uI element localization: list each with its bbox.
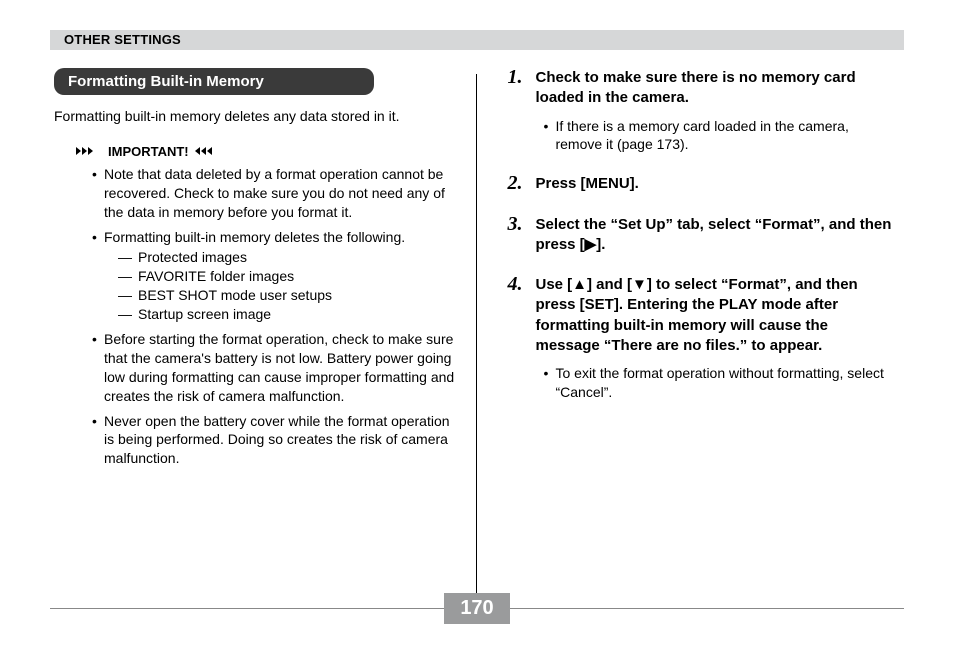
step-1: 1. Check to make sure there is no memory…: [507, 68, 894, 154]
deletes-item-2: FAVORITE folder images: [118, 267, 454, 286]
steps-list: 1. Check to make sure there is no memory…: [507, 68, 894, 402]
deletes-item-4: Startup screen image: [118, 305, 454, 324]
manual-page: OTHER SETTINGS Formatting Built-in Memor…: [0, 0, 954, 646]
step-4-head: Use [▲] and [▼] to select “Format”, and …: [535, 275, 894, 356]
page-footer: 170: [50, 593, 904, 624]
step-2-head: Press [MENU].: [535, 174, 894, 194]
step-2: 2. Press [MENU].: [507, 174, 894, 194]
important-right-icon: [76, 145, 102, 157]
step-number: 4.: [507, 271, 522, 298]
page-number: 170: [444, 593, 509, 624]
section-title-pill: Formatting Built-in Memory: [54, 68, 374, 95]
step-1-sub-1: If there is a memory card loaded in the …: [543, 117, 894, 155]
deletes-list: Protected images FAVORITE folder images …: [104, 248, 454, 324]
section-header-text: OTHER SETTINGS: [64, 32, 181, 47]
step-4-sub: To exit the format operation without for…: [535, 364, 894, 402]
important-bullet-4: Never open the battery cover while the f…: [92, 412, 454, 469]
footer-line: 170: [50, 593, 904, 624]
important-bullet-list: Note that data deleted by a format opera…: [54, 165, 454, 468]
deletes-item-3: BEST SHOT mode user setups: [118, 286, 454, 305]
step-4-sub-1: To exit the format operation without for…: [543, 364, 894, 402]
step-number: 3.: [507, 211, 522, 238]
deletes-item-1: Protected images: [118, 248, 454, 267]
right-column: 1. Check to make sure there is no memory…: [477, 68, 904, 614]
important-label-row: IMPORTANT!: [76, 144, 454, 159]
section-title: Formatting Built-in Memory: [68, 73, 264, 90]
important-label: IMPORTANT!: [108, 144, 189, 159]
important-bullet-2: Formatting built-in memory deletes the f…: [92, 228, 454, 324]
important-bullet-3: Before starting the format operation, ch…: [92, 330, 454, 406]
left-column: Formatting Built-in Memory Formatting bu…: [50, 68, 476, 614]
step-3-head: Select the “Set Up” tab, select “Format”…: [535, 215, 894, 256]
step-1-head: Check to make sure there is no memory ca…: [535, 68, 894, 109]
step-4: 4. Use [▲] and [▼] to select “Format”, a…: [507, 275, 894, 402]
step-number: 2.: [507, 170, 522, 197]
important-bullet-1: Note that data deleted by a format opera…: [92, 165, 454, 222]
footer-rule-right: [510, 608, 904, 609]
important-left-icon: [195, 145, 221, 157]
step-3: 3. Select the “Set Up” tab, select “Form…: [507, 215, 894, 256]
step-number: 1.: [507, 64, 522, 91]
content-columns: Formatting Built-in Memory Formatting bu…: [50, 68, 904, 614]
step-1-sub: If there is a memory card loaded in the …: [535, 117, 894, 155]
section-header-bar: OTHER SETTINGS: [50, 30, 904, 50]
footer-rule-left: [50, 608, 444, 609]
important-bullet-2-text: Formatting built-in memory deletes the f…: [104, 229, 405, 245]
section-intro: Formatting built-in memory deletes any d…: [54, 107, 454, 126]
